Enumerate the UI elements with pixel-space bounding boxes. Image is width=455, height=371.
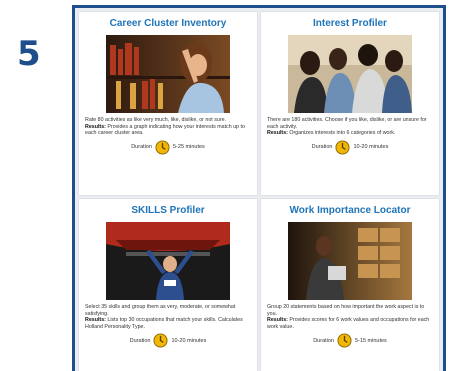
clock-icon	[153, 333, 168, 348]
card-title[interactable]: Work Importance Locator	[261, 205, 439, 218]
clock-icon	[337, 333, 352, 348]
clock-icon	[335, 140, 350, 155]
card-description: Group 20 statements based on how importa…	[267, 304, 430, 330]
card-description: There are 180 activities. Choose if you …	[267, 117, 427, 137]
card-skills-profiler[interactable]: SKILLS Profiler Select 35 skills and gro…	[79, 199, 257, 371]
card-title[interactable]: Career Cluster Inventory	[79, 18, 257, 31]
assessment-grid: Career Cluster Inventory Rate 80 activit…	[79, 12, 439, 371]
card-description: Rate 80 activities as like very much, li…	[85, 117, 245, 137]
duration-row: Duration 10-20 minutes	[79, 333, 257, 348]
library-shelf-photo	[106, 35, 230, 113]
card-title[interactable]: SKILLS Profiler	[79, 205, 257, 218]
assessment-panel: Career Cluster Inventory Rate 80 activit…	[72, 5, 446, 371]
card-work-importance-locator[interactable]: Work Importance Locator Group 20 stateme…	[261, 199, 439, 371]
students-group-photo	[288, 35, 412, 113]
mechanic-photo	[106, 222, 230, 300]
card-title[interactable]: Interest Profiler	[261, 18, 439, 31]
duration-row: Duration 10-20 minutes	[261, 140, 439, 155]
clock-icon	[155, 140, 170, 155]
step-number: 5	[17, 34, 41, 74]
duration-row: Duration 5-25 minutes	[79, 140, 257, 155]
card-interest-profiler[interactable]: Interest Profiler There are 180 activiti…	[261, 12, 439, 195]
duration-row: Duration 5-15 minutes	[261, 333, 439, 348]
card-description: Select 35 skills and group them as very,…	[85, 304, 243, 330]
card-career-cluster-inventory[interactable]: Career Cluster Inventory Rate 80 activit…	[79, 12, 257, 195]
warehouse-worker-photo	[288, 222, 412, 300]
